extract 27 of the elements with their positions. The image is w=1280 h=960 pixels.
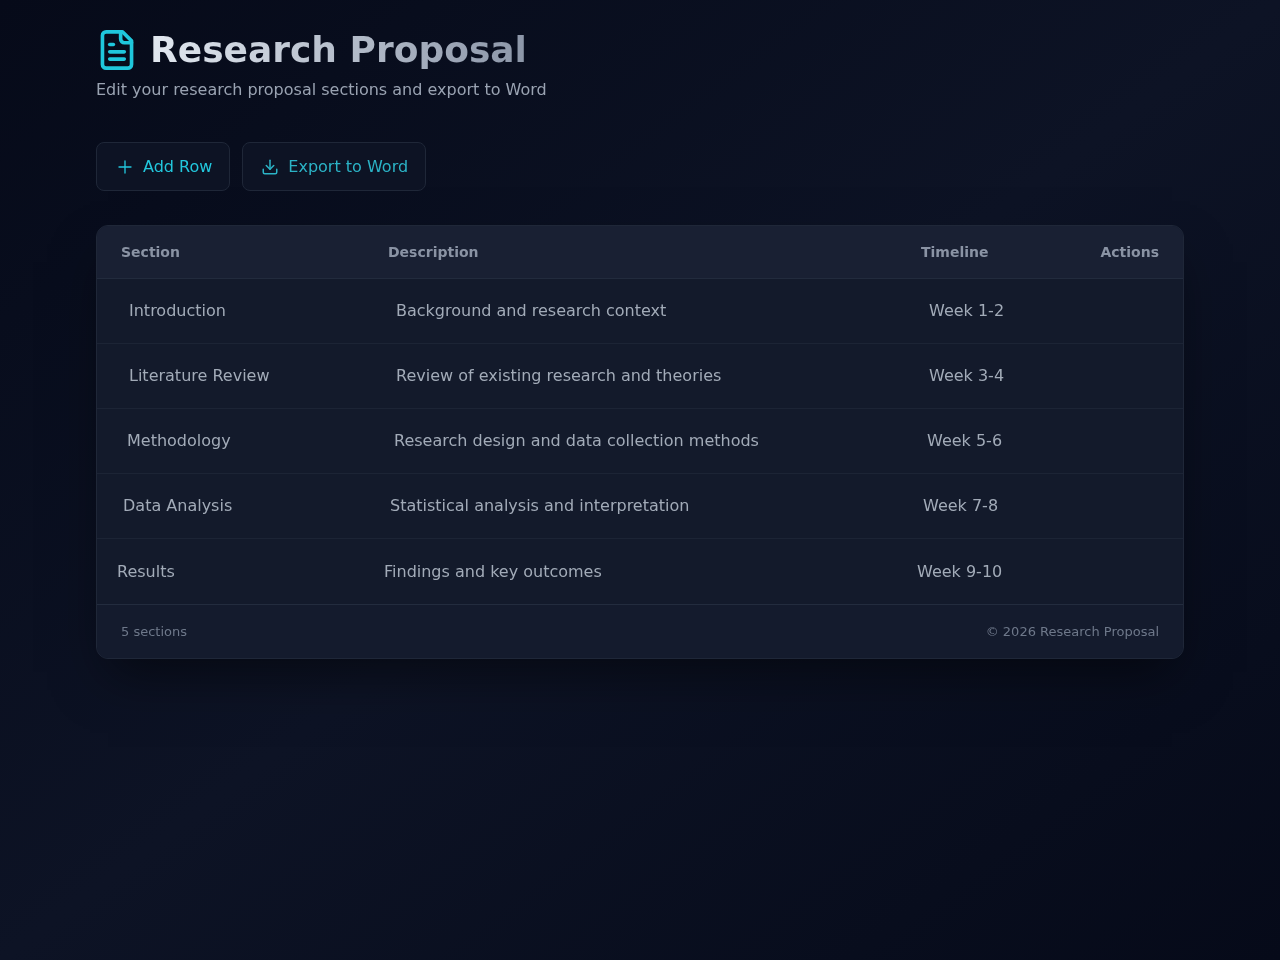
download-icon [261, 157, 280, 176]
table-cell-text: Findings and key outcomes [383, 560, 603, 583]
table-cell-text: Introduction [128, 300, 227, 322]
table-cell-text: Statistical analysis and interpretation [389, 495, 691, 517]
add-row-button[interactable]: Add Row [96, 142, 231, 191]
table-cell-text: Results [116, 560, 176, 583]
table-cell-text: Literature Review [128, 365, 271, 387]
export-button[interactable]: Export to Word [242, 142, 427, 191]
column-header: Section [120, 243, 181, 262]
section-count: 5 sections [121, 622, 187, 641]
column-header: Timeline [920, 243, 990, 262]
table-cell-text: Data Analysis [122, 495, 234, 517]
table-cell-text: Review of existing research and theories [395, 365, 723, 387]
page-subtitle: Edit your research proposal sections and export to Word [96, 79, 548, 101]
table-cell-text: Methodology [126, 430, 232, 452]
column-header: Actions [1099, 243, 1160, 262]
column-header: Description [387, 243, 480, 262]
table-cell-text: Week 3-4 [928, 365, 1006, 387]
table-cell-text: Background and research context [395, 300, 668, 322]
table-cell-text: Week 9-10 [916, 560, 1004, 583]
plus-icon [117, 158, 133, 175]
table-cell-text: Week 1-2 [928, 300, 1006, 322]
table-cell-text: Week 7-8 [922, 495, 1000, 517]
table-cell-text: Week 5-6 [926, 430, 1004, 452]
table-cell-text: Research design and data collection methods [393, 430, 760, 452]
document-icon [100, 30, 134, 70]
copyright-text: © 2026 Research Proposal [985, 622, 1159, 641]
